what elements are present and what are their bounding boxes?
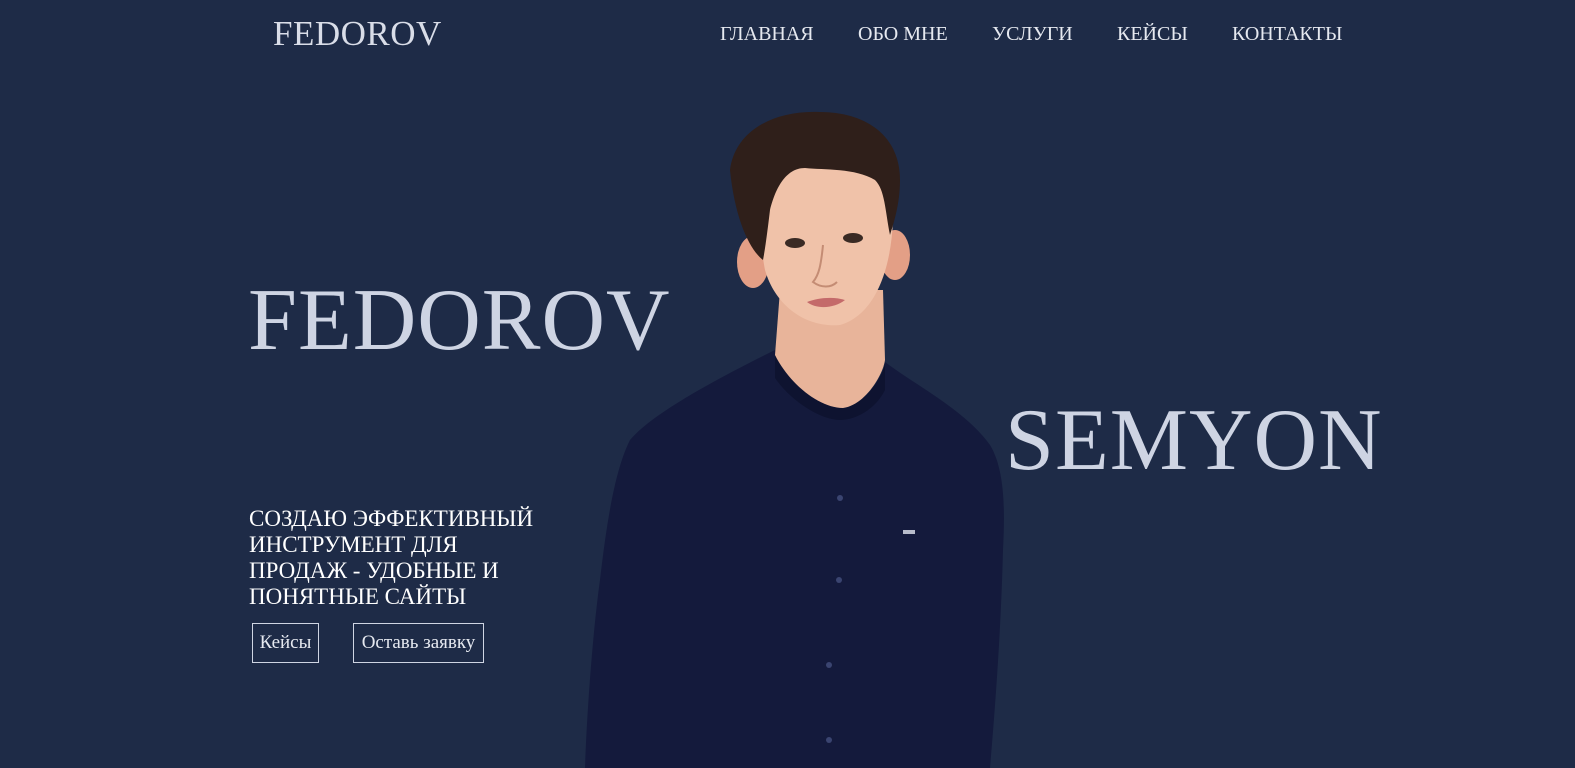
nav-item-contacts[interactable]: КОНТАКТЫ [1232, 22, 1342, 46]
hero-tagline: СОЗДАЮ ЭФФЕКТИВНЫЙ ИНСТРУМЕНТ ДЛЯ ПРОДАЖ… [249, 506, 534, 609]
hero-first-name: SEMYON [1005, 392, 1383, 489]
shirt-shape [585, 350, 1004, 768]
site-logo[interactable]: FEDOROV [273, 14, 442, 54]
nav-item-home[interactable]: ГЛАВНАЯ [720, 22, 814, 46]
cases-button[interactable]: Кейсы [252, 623, 319, 663]
hero-last-name: FEDOROV [248, 272, 671, 369]
nav-item-services[interactable]: УСЛУГИ [992, 22, 1073, 46]
leave-request-button[interactable]: Оставь заявку [353, 623, 484, 663]
nav-item-cases[interactable]: КЕЙСЫ [1117, 22, 1188, 46]
portrait-photo [585, 111, 1004, 768]
nav-item-about[interactable]: ОБО МНЕ [858, 22, 948, 46]
